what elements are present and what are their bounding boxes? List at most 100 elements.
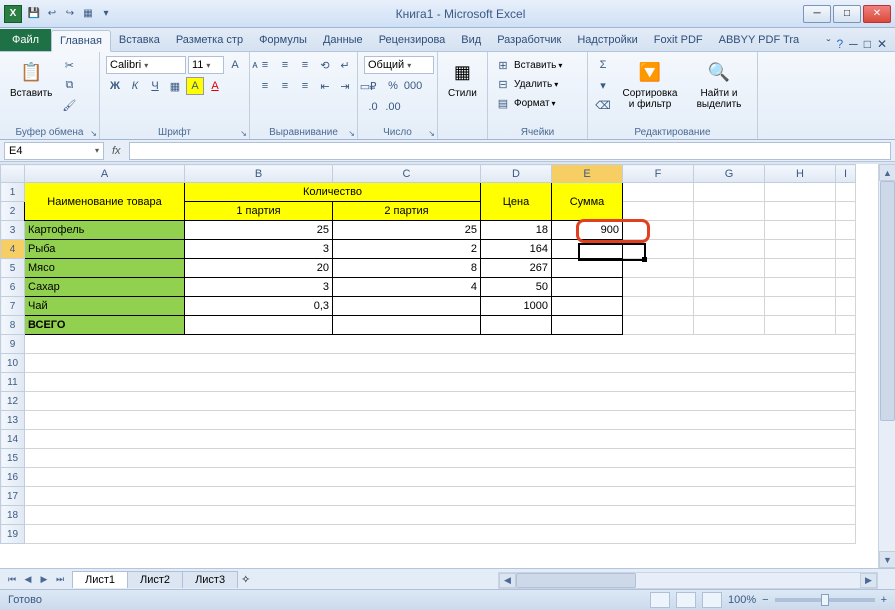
paste-button[interactable]: 📋 Вставить [6, 56, 56, 101]
cell[interactable] [694, 221, 765, 240]
cell[interactable] [623, 259, 694, 278]
cell[interactable] [25, 411, 856, 430]
cell[interactable] [836, 259, 856, 278]
col-header[interactable]: E [552, 165, 623, 183]
cell[interactable] [552, 297, 623, 316]
italic-button[interactable]: К [126, 77, 144, 95]
cell[interactable]: 25 [333, 221, 481, 240]
cell[interactable] [185, 316, 333, 335]
cell-E4-selected[interactable] [552, 240, 623, 259]
cell[interactable]: 1 партия [185, 202, 333, 221]
cell[interactable] [836, 316, 856, 335]
launcher-icon[interactable]: ↘ [348, 129, 355, 138]
decrease-decimal-icon[interactable]: .00 [384, 98, 402, 116]
font-color-icon[interactable]: A [206, 77, 224, 95]
cell[interactable] [694, 183, 765, 202]
col-header[interactable]: D [481, 165, 552, 183]
cell[interactable]: 267 [481, 259, 552, 278]
tab-nav-last-icon[interactable]: ⏭ [52, 571, 68, 587]
cell[interactable] [836, 297, 856, 316]
tab-nav-first-icon[interactable]: ⏮ [4, 571, 20, 587]
worksheet[interactable]: A B C D E F G H I 1 Наименование товара … [0, 164, 878, 568]
minimize-button[interactable]: ─ [803, 5, 831, 23]
scroll-thumb[interactable] [880, 181, 895, 421]
fill-color-icon[interactable]: A [186, 77, 204, 95]
col-header[interactable]: I [836, 165, 856, 183]
tab-data[interactable]: Данные [315, 29, 371, 51]
cell[interactable] [623, 316, 694, 335]
cell[interactable]: 50 [481, 278, 552, 297]
scroll-thumb[interactable] [516, 573, 636, 588]
row-header[interactable]: 5 [1, 259, 25, 278]
mdi-close-icon[interactable]: ✕ [877, 37, 887, 51]
cell[interactable] [333, 316, 481, 335]
cell[interactable] [623, 221, 694, 240]
tab-view[interactable]: Вид [453, 29, 489, 51]
zoom-in-icon[interactable]: + [881, 594, 887, 606]
align-middle-icon[interactable]: ≡ [276, 56, 294, 74]
sheet-tab[interactable]: Лист1 [72, 571, 128, 588]
fill-icon[interactable]: ▾ [594, 76, 612, 94]
bold-button[interactable]: Ж [106, 77, 124, 95]
underline-button[interactable]: Ч [146, 77, 164, 95]
row-header[interactable]: 13 [1, 411, 25, 430]
cell[interactable]: 3 [185, 240, 333, 259]
cell[interactable] [25, 506, 856, 525]
formula-input[interactable] [129, 142, 891, 160]
cell[interactable] [481, 316, 552, 335]
cell[interactable] [765, 183, 836, 202]
cell[interactable] [694, 259, 765, 278]
cell[interactable]: 2 [333, 240, 481, 259]
delete-cells-button[interactable]: ⊟Удалить▾ [494, 75, 558, 93]
increase-decimal-icon[interactable]: .0 [364, 98, 382, 116]
orientation-icon[interactable]: ⟲ [316, 56, 334, 74]
fx-icon[interactable]: fx [112, 145, 121, 157]
cell[interactable] [694, 297, 765, 316]
cell[interactable]: 164 [481, 240, 552, 259]
cell[interactable] [765, 240, 836, 259]
cell[interactable] [836, 202, 856, 221]
cell-E3[interactable]: 900 [552, 221, 623, 240]
cell[interactable]: Картофель [25, 221, 185, 240]
increase-indent-icon[interactable]: ⇥ [336, 77, 354, 95]
insert-cells-button[interactable]: ⊞Вставить▾ [494, 56, 562, 74]
col-header[interactable]: F [623, 165, 694, 183]
autosum-icon[interactable]: Σ [594, 56, 612, 74]
cell[interactable] [623, 278, 694, 297]
mdi-restore-icon[interactable]: □ [864, 37, 871, 51]
grow-font-icon[interactable]: A [226, 56, 244, 74]
align-right-icon[interactable]: ≡ [296, 77, 314, 95]
row-header[interactable]: 3 [1, 221, 25, 240]
row-header[interactable]: 16 [1, 468, 25, 487]
comma-icon[interactable]: 000 [404, 77, 422, 95]
col-header[interactable]: G [694, 165, 765, 183]
wrap-text-icon[interactable]: ↵ [336, 56, 354, 74]
cut-icon[interactable]: ✂ [60, 56, 78, 74]
horizontal-scrollbar[interactable]: ◀ ▶ [498, 572, 878, 589]
select-all-corner[interactable] [1, 165, 25, 183]
cell[interactable]: Рыба [25, 240, 185, 259]
cell[interactable] [694, 316, 765, 335]
format-painter-icon[interactable]: 🖌 [60, 96, 78, 114]
tab-home[interactable]: Главная [51, 30, 111, 52]
borders-icon[interactable]: ▦ [166, 77, 184, 95]
cell[interactable]: 2 партия [333, 202, 481, 221]
align-bottom-icon[interactable]: ≡ [296, 56, 314, 74]
qat-dropdown-icon[interactable]: ▾ [98, 6, 114, 22]
tab-developer[interactable]: Разработчик [489, 29, 569, 51]
col-header[interactable]: B [185, 165, 333, 183]
cell[interactable] [623, 202, 694, 221]
align-center-icon[interactable]: ≡ [276, 77, 294, 95]
vertical-scrollbar[interactable]: ▲ ▼ [878, 164, 895, 568]
currency-icon[interactable]: ₽ [364, 77, 382, 95]
cell[interactable]: 25 [185, 221, 333, 240]
row-header[interactable]: 18 [1, 506, 25, 525]
cell[interactable] [25, 449, 856, 468]
col-header[interactable]: C [333, 165, 481, 183]
font-size-combo[interactable]: 11▾ [188, 56, 224, 74]
scroll-right-icon[interactable]: ▶ [860, 573, 877, 588]
tab-review[interactable]: Рецензирова [371, 29, 454, 51]
clear-icon[interactable]: ⌫ [594, 96, 612, 114]
cell[interactable] [552, 259, 623, 278]
cell[interactable] [765, 202, 836, 221]
